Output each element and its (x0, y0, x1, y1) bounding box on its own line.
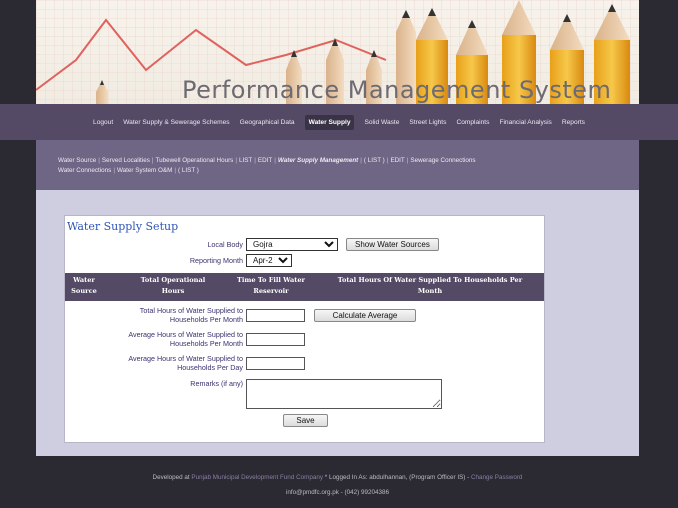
avg-month-row: Average Hours of Water Supplied to House… (65, 330, 305, 348)
sub-nav-links: Water Source | Served Localities | Tubewell … (58, 156, 638, 176)
col-hours-supplied-line1: Total Hours Of Water Supplied To Househo… (337, 276, 523, 284)
reporting-month-label: Reporting Month (189, 256, 243, 265)
nav-complaints[interactable]: Complaints (456, 119, 489, 126)
nav-water-supply-sewerage-schemes[interactable]: Water Supply & Sewerage Schemes (123, 119, 229, 126)
total-hours-label-line2: Households Per Month (169, 315, 243, 324)
main-content: Water Supply Setup Local Body Gojra Show… (36, 190, 639, 456)
subnav-wsm-edit[interactable]: EDIT (390, 157, 404, 164)
col-water-source-line1: Water (73, 276, 95, 284)
subnav-water-supply-management[interactable]: Water Supply Management (278, 157, 358, 164)
sub-nav: Water Source | Served Localities | Tubewell … (36, 140, 639, 190)
col-total-hours-line1: Total Operational (140, 276, 206, 284)
avg-day-label-line1: Average Hours of Water Supplied to (128, 354, 243, 363)
subnav-om-list[interactable]: ( LIST ) (178, 167, 199, 174)
local-body-select[interactable]: Gojra (246, 238, 338, 251)
footer-logged-in: * Logged In As: abdulhannan, (Program Of… (324, 474, 470, 481)
subnav-served-localities[interactable]: Served Localities (102, 157, 150, 164)
nav-reports[interactable]: Reports (562, 119, 585, 126)
subnav-tubewell-hours[interactable]: Tubewell Operational Hours (156, 157, 234, 164)
nav-financial-analysis[interactable]: Financial Analysis (499, 119, 551, 126)
subnav-sewerage-connections[interactable]: Sewerage Connections (410, 157, 475, 164)
col-water-source-line2: Source (71, 287, 97, 295)
avg-month-label-line2: Households Per Month (169, 339, 243, 348)
show-water-sources-button[interactable]: Show Water Sources (346, 238, 439, 251)
save-button[interactable]: Save (283, 414, 328, 427)
col-hours-supplied: Total Hours Of Water Supplied To Househo… (320, 275, 540, 297)
reporting-month-row: Reporting Month Apr-22 (65, 254, 292, 267)
local-body-row: Local Body Gojra Show Water Sources (65, 238, 439, 251)
header-banner: Performance Management System (36, 0, 639, 104)
nav-street-lights[interactable]: Street Lights (409, 119, 446, 126)
separator: | (386, 157, 389, 164)
separator: | (174, 167, 177, 174)
nav-solid-waste[interactable]: Solid Waste (364, 119, 399, 126)
nav-geographical-data[interactable]: Geographical Data (240, 119, 295, 126)
footer-credits: Developed at Punjab Municipal Developmen… (36, 474, 639, 481)
banner-title: Performance Management System (182, 76, 612, 104)
subnav-water-connections[interactable]: Water Connections (58, 167, 111, 174)
total-hours-row: Total Hours of Water Supplied to Househo… (65, 306, 416, 324)
separator: | (360, 157, 362, 164)
table-header: Water Source Total Operational Hours Tim… (65, 273, 544, 301)
avg-day-label-line2: Households Per Day (177, 363, 243, 372)
avg-month-label-line1: Average Hours of Water Supplied to (128, 330, 243, 339)
total-hours-input[interactable] (246, 308, 305, 322)
subnav-tubewell-list[interactable]: LIST (239, 157, 252, 164)
footer-company-link[interactable]: Punjab Municipal Development Fund Compan… (191, 474, 323, 481)
nav-water-supply[interactable]: Water Supply (304, 114, 355, 130)
separator: | (113, 167, 115, 174)
main-nav: Logout Water Supply & Sewerage Schemes G… (0, 104, 678, 140)
avg-day-input[interactable] (246, 356, 305, 370)
separator: | (254, 157, 256, 164)
calculate-average-button[interactable]: Calculate Average (314, 308, 416, 322)
subnav-water-system-om[interactable]: Water System O&M (117, 167, 172, 174)
separator: | (274, 157, 276, 164)
separator: | (98, 157, 100, 164)
total-hours-label: Total Hours of Water Supplied to Househo… (65, 306, 246, 324)
footer: Developed at Punjab Municipal Developmen… (36, 456, 639, 508)
save-row: Save (283, 414, 328, 427)
total-hours-label-line1: Total Hours of Water Supplied to (139, 306, 243, 315)
subnav-water-source[interactable]: Water Source (58, 157, 96, 164)
avg-month-label: Average Hours of Water Supplied to House… (65, 330, 246, 348)
reporting-month-select[interactable]: Apr-22 (246, 254, 292, 267)
local-body-label: Local Body (207, 240, 243, 249)
avg-month-input[interactable] (246, 332, 305, 346)
avg-day-label: Average Hours of Water Supplied to House… (65, 354, 246, 372)
col-time-fill-line1: Time To Fill Water (236, 276, 306, 284)
separator: | (151, 157, 154, 164)
separator: | (406, 157, 409, 164)
water-supply-setup-form: Water Supply Setup Local Body Gojra Show… (64, 215, 545, 443)
subnav-wsm-list[interactable]: ( LIST ) (364, 157, 385, 164)
footer-developed-at: Developed at (152, 474, 190, 481)
col-total-hours: Total Operational Hours (127, 275, 219, 297)
avg-day-row: Average Hours of Water Supplied to House… (65, 354, 305, 372)
separator: | (235, 157, 237, 164)
change-password-link[interactable]: Change Password (471, 474, 522, 481)
form-title: Water Supply Setup (67, 220, 179, 233)
col-time-fill: Time To Fill Water Reservoir (228, 275, 314, 297)
col-total-hours-line2: Hours (161, 287, 185, 295)
remarks-label: Remarks (if any) (190, 379, 243, 388)
col-hours-supplied-line2: Month (417, 287, 443, 295)
footer-contact: info@pmdfc.org.pk - (042) 99204386 (285, 489, 389, 496)
col-time-fill-line2: Reservoir (253, 287, 289, 295)
subnav-tubewell-edit[interactable]: EDIT (258, 157, 272, 164)
page-frame: Performance Management System Logout Wat… (0, 0, 678, 508)
nav-list: Logout Water Supply & Sewerage Schemes G… (0, 104, 678, 140)
remarks-row: Remarks (if any) (65, 379, 442, 409)
nav-logout[interactable]: Logout (93, 119, 113, 126)
col-water-source: Water Source (69, 275, 99, 297)
remarks-textarea[interactable] (246, 379, 442, 409)
